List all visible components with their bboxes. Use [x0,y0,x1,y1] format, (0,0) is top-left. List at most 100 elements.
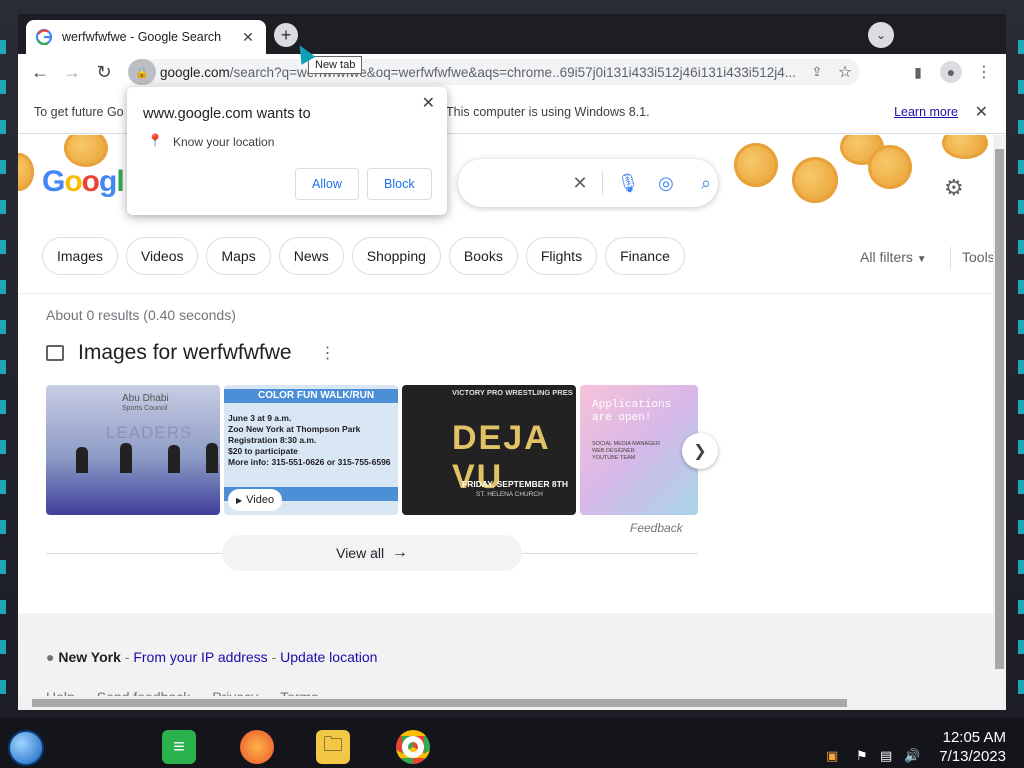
browser-toolbar: ← → ↻ 🔒 google.com/search?q=werfwfwfwe&o… [18,54,1006,90]
tab-close-icon[interactable]: ✕ [240,29,256,46]
filter-maps[interactable]: Maps [206,237,271,275]
profile-avatar-icon[interactable]: ● [940,61,962,83]
location-permission-popup: www.google.com wants to ✕ 📍 Know your lo… [127,87,447,215]
filter-finance[interactable]: Finance [605,237,685,275]
arrow-right-icon: → [391,544,408,561]
feedback-link[interactable]: Feedback [630,521,683,535]
learn-more-link[interactable]: Learn more [894,105,958,119]
volume-icon[interactable]: 🔊 [904,748,920,764]
image-result-4[interactable]: Applications are open! SOCIAL MEDIA MANA… [580,385,698,515]
doodle-pastry-icon[interactable] [942,135,988,159]
horizontal-scrollbar[interactable] [18,696,1006,710]
back-button[interactable]: ← [24,56,56,88]
update-location-link[interactable]: Update location [280,649,377,665]
image-result-1[interactable]: Abu Dhabi Sports Council LEADERS [46,385,220,515]
settings-gear-icon[interactable]: ⚙ [944,175,964,201]
search-box[interactable]: ✕ 🎙 ◎ ⌕ [458,159,718,207]
image-icon [46,345,64,361]
caret-down-icon: ▼ [916,254,927,265]
filter-images[interactable]: Images [42,237,118,275]
results-count: About 0 results (0.40 seconds) [46,307,236,323]
thumb1-figure [168,445,180,473]
horizontal-scroll-thumb[interactable] [32,699,847,707]
clear-search-icon[interactable]: ✕ [570,173,590,193]
lock-icon[interactable]: 🔒 [128,59,156,85]
google-doodle-logo[interactable]: Googl [42,165,125,199]
bookmark-star-icon[interactable]: ☆ [830,62,860,82]
thumb3-header: VICTORY PRO WRESTLING PRES [452,388,573,397]
image-result-3[interactable]: VICTORY PRO WRESTLING PRES DEJA VU FRIDA… [402,385,576,515]
browser-tab[interactable]: werfwfwfwe - Google Search ✕ [26,20,266,54]
thumb4-line: YOUTUBE TEAM [592,455,636,461]
new-tab-tooltip: New tab [308,56,363,74]
clock-time: 12:05 AM [942,729,1006,746]
search-box-divider [602,171,603,195]
forward-button[interactable]: → [56,56,88,88]
view-all-button[interactable]: View all → [222,535,522,571]
firefox-icon[interactable] [240,730,274,764]
tray-app-icon[interactable]: ▣ [826,748,838,764]
infobar-text-right: This computer is using Windows 8.1. [446,104,650,119]
images-heading: Images for werfwfwfwe [78,341,292,364]
thumb2-line: June 3 at 9 a.m. [228,413,292,423]
filter-chips: Images Videos Maps News Shopping Books F… [42,237,685,275]
system-clock[interactable]: 12:05 AM 7/13/2023 [939,728,1006,766]
thumb1-figure [76,447,88,473]
thumb3-date: FRIDAY, SEPTEMBER 8TH [462,479,568,489]
file-explorer-icon[interactable]: 🗀 [316,730,350,764]
sticky-notes-icon[interactable]: ≡ [162,730,196,764]
thumb2-line: Registration 8:30 a.m. [228,435,317,445]
header-divider [18,293,993,294]
side-panel-icon[interactable]: ▮ [908,62,928,82]
filter-shopping[interactable]: Shopping [351,237,441,275]
doodle-pastry-icon[interactable] [18,153,34,191]
next-images-arrow-icon[interactable]: ❯ [682,433,718,469]
footer-location: ● New York - From your IP address - Upda… [46,649,378,665]
infobar-close-icon[interactable]: ✕ [975,102,988,122]
thumb4-title: Applications are open! [592,399,672,424]
reload-button[interactable]: ↻ [88,56,120,88]
network-icon[interactable]: ▤ [880,748,892,764]
address-url: google.com/search?q=werfwfwfwe&oq=werfwf… [160,64,797,80]
permission-heading: www.google.com wants to [143,106,311,122]
filter-videos[interactable]: Videos [125,237,199,275]
thumb4-line: SOCIAL MEDIA MANAGER [592,441,660,447]
desktop-neon-right [1018,40,1024,700]
action-center-flag-icon[interactable]: ⚑ [856,748,868,764]
chrome-icon[interactable] [396,730,430,764]
taskbar: ≡ 🗀 ▣ ⚑ ▤ 🔊 12:05 AM 7/13/2023 [0,718,1024,768]
doodle-pastry-icon[interactable] [734,143,778,187]
doodle-pastry-icon[interactable] [792,157,838,203]
new-tab-button[interactable]: + [274,23,298,47]
start-button[interactable] [8,730,44,766]
all-filters-dropdown[interactable]: All filters ▼ [860,249,927,265]
lens-search-icon[interactable]: ◎ [656,173,676,193]
voice-search-icon[interactable]: 🎙 [617,173,640,193]
allow-button[interactable]: Allow [295,168,359,200]
tools-button[interactable]: Tools [962,249,993,265]
filter-flights[interactable]: Flights [525,237,598,275]
browser-window: werfwfwfwe - Google Search ✕ + ⌄ ← → ↻ 🔒… [18,14,1006,710]
image-result-2[interactable]: COLOR FUN WALK/RUN June 3 at 9 a.m. Zoo … [224,385,398,515]
thumb2-title: COLOR FUN WALK/RUN [258,390,375,401]
address-bar[interactable]: 🔒 google.com/search?q=werfwfwfwe&oq=werf… [128,59,860,85]
tab-search-button[interactable]: ⌄ [868,22,894,48]
share-icon[interactable]: ⇪ [804,64,830,80]
search-icon[interactable]: ⌕ [696,173,716,193]
images-section-header: Images for werfwfwfwe ⋮ [46,341,336,365]
permission-close-icon[interactable]: ✕ [422,93,435,113]
play-icon: ▶ [236,495,243,505]
vertical-scroll-thumb[interactable] [995,149,1004,669]
filter-books[interactable]: Books [448,237,518,275]
from-ip-link[interactable]: From your IP address [133,649,267,665]
more-options-icon[interactable]: ⋮ [320,343,336,363]
block-button[interactable]: Block [367,168,432,200]
vertical-scrollbar[interactable] [993,135,1006,698]
thumb1-figure [120,443,132,473]
browser-menu-icon[interactable]: ⋮ [974,62,994,82]
doodle-pastry-icon[interactable] [868,145,912,189]
doodle-pastry-icon[interactable] [64,135,108,167]
filter-news[interactable]: News [278,237,344,275]
location-pin-icon: 📍 [147,133,164,148]
google-favicon-icon [36,29,52,45]
